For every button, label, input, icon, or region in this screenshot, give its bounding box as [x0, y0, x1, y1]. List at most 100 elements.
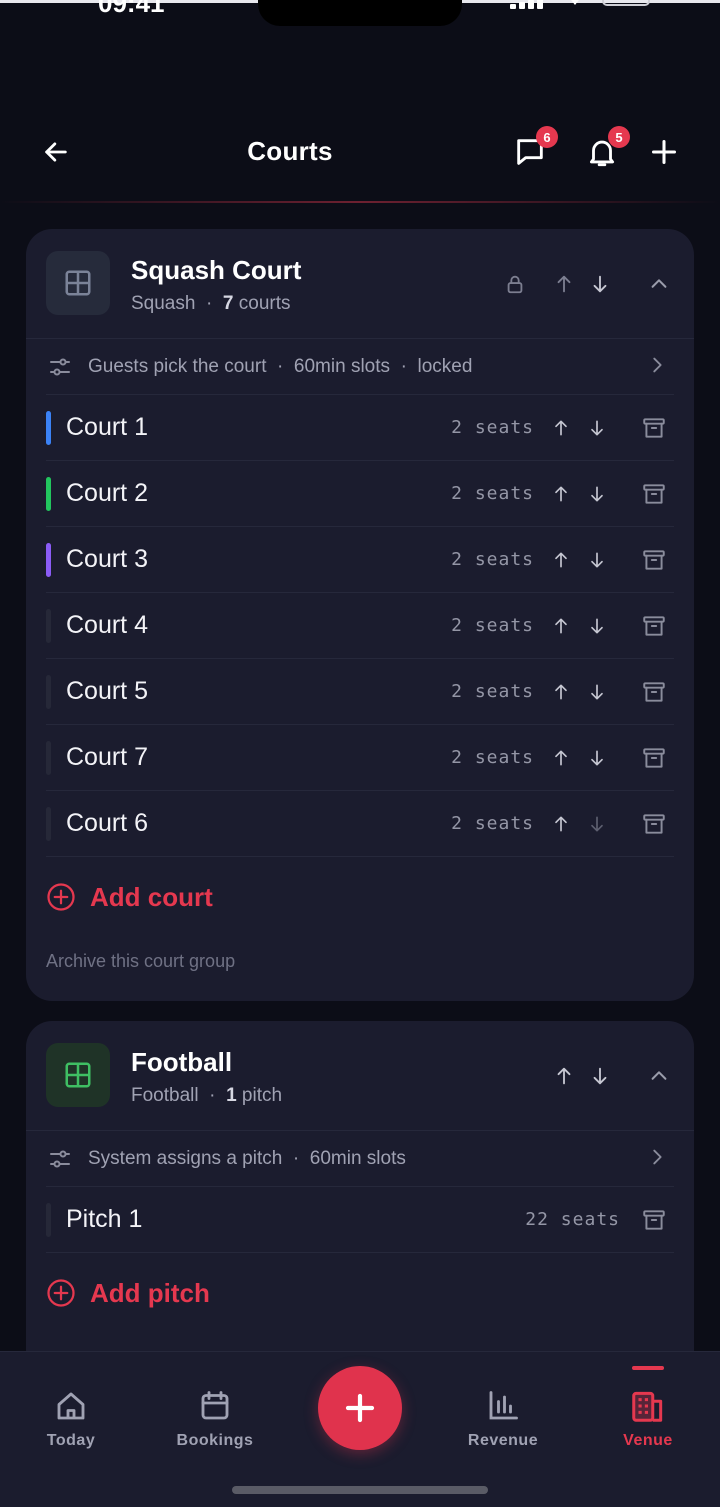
move-down-button[interactable]	[584, 811, 610, 837]
messages-button[interactable]: 6	[510, 126, 558, 172]
move-up-button[interactable]	[548, 811, 574, 837]
calendar-icon	[160, 1386, 270, 1426]
setting-assignment: Guests pick the court	[88, 355, 267, 377]
sliders-icon	[48, 1146, 74, 1172]
archive-court-button[interactable]	[641, 811, 667, 837]
court-row[interactable]: Court 6 2 seats	[46, 791, 674, 857]
court-color-marker	[46, 741, 51, 775]
nav-today[interactable]: Today	[16, 1386, 126, 1450]
arrow-up-icon	[557, 1067, 571, 1085]
court-seats: 2 seats	[451, 615, 534, 636]
collapse-group-button[interactable]	[644, 1061, 674, 1091]
move-down-button[interactable]	[584, 679, 610, 705]
nav-revenue[interactable]: Revenue	[448, 1386, 558, 1450]
arrow-down-icon	[591, 486, 603, 502]
arrow-down-icon	[593, 275, 607, 293]
move-group-up-button[interactable]	[549, 269, 579, 299]
court-row[interactable]: Court 2 2 seats	[46, 461, 674, 527]
archive-court-button[interactable]	[641, 547, 667, 573]
archive-court-button[interactable]	[641, 745, 667, 771]
add-button[interactable]	[644, 132, 684, 172]
create-booking-button[interactable]	[318, 1366, 402, 1450]
court-row[interactable]: Court 7 2 seats	[46, 725, 674, 791]
group-sport: Football	[131, 1085, 199, 1106]
move-down-button[interactable]	[584, 481, 610, 507]
group-settings-row[interactable]: System assigns a pitch · 60min slots	[46, 1131, 674, 1187]
dot-separator: ·	[282, 1147, 310, 1169]
nav-label: Revenue	[467, 1432, 539, 1449]
add-pitch-button[interactable]: Add pitch	[46, 1253, 674, 1333]
group-header[interactable]: Squash Court Squash · 7 courts	[26, 229, 694, 339]
move-up-button[interactable]	[548, 679, 574, 705]
collapse-group-button[interactable]	[644, 269, 674, 299]
archive-icon	[643, 748, 665, 768]
setting-slots: 60min slots	[293, 355, 391, 377]
group-count: 7	[222, 293, 234, 314]
add-court-button[interactable]: Add court	[46, 857, 674, 937]
move-down-button[interactable]	[584, 613, 610, 639]
move-down-button[interactable]	[584, 415, 610, 441]
court-row[interactable]: Court 1 2 seats	[46, 395, 674, 461]
court-group-icon	[46, 1043, 110, 1107]
nav-venue[interactable]: Venue	[593, 1386, 703, 1450]
court-row[interactable]: Pitch 1 22 seats	[46, 1187, 674, 1253]
court-row[interactable]: Court 4 2 seats	[46, 593, 674, 659]
arrow-down-icon	[591, 618, 603, 634]
archive-court-button[interactable]	[641, 613, 667, 639]
move-group-down-button[interactable]	[585, 1061, 615, 1091]
court-row[interactable]: Court 5 2 seats	[46, 659, 674, 725]
move-up-button[interactable]	[548, 613, 574, 639]
move-up-button[interactable]	[548, 481, 574, 507]
battery-icon	[602, 0, 650, 6]
arrow-up-icon	[555, 816, 567, 832]
camera-notch	[258, 0, 462, 26]
arrow-down-icon	[591, 750, 603, 766]
move-up-button[interactable]	[548, 547, 574, 573]
archive-icon	[643, 550, 665, 570]
status-bar: 09:41	[0, 0, 720, 40]
nav-bookings[interactable]: Bookings	[160, 1386, 270, 1450]
move-group-down-button[interactable]	[585, 269, 615, 299]
plus-circle-icon	[46, 882, 76, 912]
move-up-button[interactable]	[548, 415, 574, 441]
archive-group-link[interactable]: Archive this court group	[46, 937, 674, 993]
court-color-marker	[46, 675, 51, 709]
court-name: Court 1	[66, 413, 148, 441]
archive-court-button[interactable]	[641, 415, 667, 441]
move-down-button[interactable]	[584, 745, 610, 771]
sliders-icon	[48, 354, 74, 380]
status-time: 09:41	[98, 0, 165, 18]
move-up-button[interactable]	[548, 745, 574, 771]
move-down-button[interactable]	[584, 547, 610, 573]
setting-slots: 60min slots	[309, 1147, 406, 1169]
court-seats: 22 seats	[525, 1209, 620, 1230]
home-indicator	[232, 1486, 488, 1494]
plus-icon	[345, 1393, 375, 1423]
court-color-marker	[46, 543, 51, 577]
add-court-label: Add court	[90, 881, 213, 912]
court-name: Court 4	[66, 611, 148, 639]
court-seats: 2 seats	[451, 747, 534, 768]
court-color-marker	[46, 477, 51, 511]
court-seats: 2 seats	[451, 417, 534, 438]
dot-separator: ·	[200, 293, 218, 314]
group-settings-row[interactable]: Guests pick the court · 60min slots · lo…	[46, 339, 674, 395]
court-name: Court 6	[66, 809, 148, 837]
lock-toggle[interactable]	[500, 269, 530, 299]
court-color-marker	[46, 1203, 51, 1237]
group-sport: Squash	[131, 293, 196, 314]
header-divider	[0, 201, 720, 203]
court-color-marker	[46, 411, 51, 445]
group-header[interactable]: Football Football · 1 pitch	[26, 1021, 694, 1131]
archive-court-button[interactable]	[641, 679, 667, 705]
bar-chart-icon	[448, 1386, 558, 1426]
notifications-button[interactable]: 5	[582, 126, 630, 172]
archive-court-button[interactable]	[641, 1207, 667, 1233]
move-group-up-button[interactable]	[549, 1061, 579, 1091]
dot-separator: ·	[266, 355, 294, 377]
arrow-up-icon	[555, 618, 567, 634]
archive-court-button[interactable]	[641, 481, 667, 507]
court-row[interactable]: Court 3 2 seats	[46, 527, 674, 593]
court-name: Court 2	[66, 479, 148, 507]
arrow-down-icon	[591, 684, 603, 700]
